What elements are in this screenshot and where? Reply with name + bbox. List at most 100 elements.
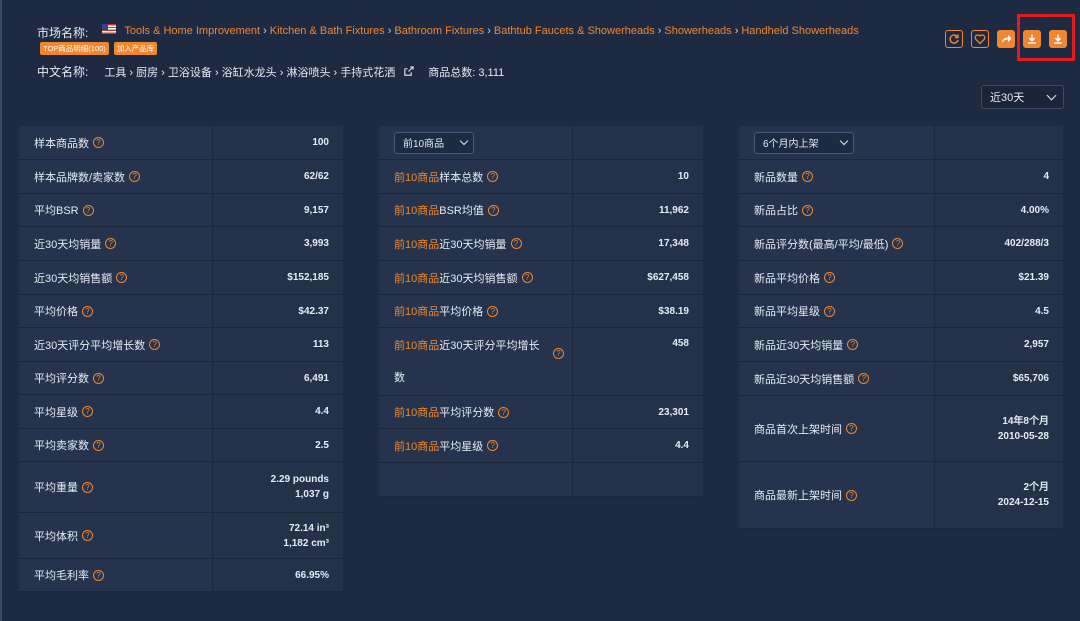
table-row: 平均评分数? 6,491 (19, 362, 343, 395)
value-stack: 2个月 2024-12-15 (998, 480, 1049, 510)
label-text: 商品首次上架时间 (754, 423, 842, 436)
label-text: 新品占比 (754, 205, 798, 217)
row-value (935, 126, 1063, 159)
label-text: BSR均值 (439, 205, 484, 217)
top-products-badge[interactable]: TOP商品明细(100) (40, 42, 109, 55)
row-value: 2,957 (935, 328, 1063, 361)
row-value: 4.4 (573, 429, 703, 462)
help-icon[interactable]: ? (487, 440, 499, 451)
label-text: 平均重量 (34, 482, 78, 494)
value-text: $627,458 (647, 272, 689, 283)
label-text: 新品近30天均销量 (754, 339, 844, 352)
help-icon[interactable]: ? (82, 530, 93, 541)
table-row: 新品数量? 4 (739, 160, 1063, 194)
help-icon[interactable]: ? (892, 238, 904, 249)
help-icon[interactable]: ? (487, 305, 499, 317)
help-icon[interactable]: ? (82, 305, 93, 317)
help-icon[interactable]: ? (802, 171, 813, 182)
external-link-icon[interactable] (403, 66, 414, 77)
table-row: 6个月内上架 (739, 126, 1063, 160)
row-label: 前10商品 平均价格? (379, 295, 573, 327)
help-icon[interactable]: ? (847, 339, 859, 350)
row-label: 平均毛利率? (19, 559, 213, 591)
share-button[interactable] (997, 30, 1015, 48)
refresh-button[interactable] (945, 30, 963, 48)
help-icon[interactable]: ? (553, 347, 564, 359)
label-text: 新品评分数(最高/平均/最低) (754, 238, 889, 251)
row-label: 平均BSR? (19, 194, 213, 226)
row-label (379, 463, 573, 496)
top10-select[interactable]: 前10商品 (394, 131, 474, 154)
table-row: 平均体积? 72.14 in³ 1,182 cm³ (19, 513, 343, 559)
table-row: 前10商品 BSR均值? 11,962 (379, 194, 703, 227)
label-text: 近30天评分平均增长 (439, 339, 540, 352)
help-icon[interactable]: ? (824, 272, 835, 283)
breadcrumb-item[interactable]: Bathroom Fixtures (394, 25, 484, 37)
help-icon[interactable]: ? (846, 423, 857, 434)
row-label: 样本商品数? (19, 126, 213, 159)
row-label: 近30天评分平均增长数? (19, 328, 213, 361)
label-prefix: 前10商品 (394, 272, 440, 285)
help-icon[interactable]: ? (498, 406, 510, 418)
label-text: 近30天均销售额 (439, 272, 518, 285)
breadcrumb-item[interactable]: Tools & Home Improvement (124, 25, 260, 37)
breadcrumb-item[interactable]: Kitchen & Bath Fixtures (270, 25, 385, 37)
row-value: 458 (573, 328, 703, 395)
row-value (573, 126, 703, 159)
help-icon[interactable]: ? (510, 238, 522, 249)
help-icon[interactable]: ? (846, 489, 857, 501)
row-value: 62/62 (213, 160, 343, 193)
help-icon[interactable]: ? (521, 272, 533, 283)
help-icon[interactable]: ? (105, 238, 117, 249)
row-label: 前10商品近30天评分平均增长数? (379, 328, 573, 395)
refresh-icon (949, 34, 959, 44)
new-product-period-select[interactable]: 6个月内上架 (754, 131, 854, 154)
help-icon[interactable]: ? (82, 481, 93, 493)
row-value: 4.4 (213, 395, 343, 428)
row-value: $42.37 (213, 295, 343, 327)
value-text: 66.95% (295, 569, 329, 581)
value-text: $42.37 (298, 305, 329, 317)
help-icon[interactable]: ? (93, 439, 104, 451)
help-icon[interactable]: ? (82, 406, 93, 417)
table-row: 前10商品 近30天均销量? 17,348 (379, 227, 703, 261)
value-line-2: 1,182 cm³ (283, 537, 329, 549)
breadcrumb-item[interactable]: Bathtub Faucets & Showerheads (494, 25, 655, 37)
label-text: 平均BSR (34, 205, 79, 217)
help-icon[interactable]: ? (487, 171, 499, 182)
help-icon[interactable]: ? (858, 373, 870, 384)
period-select[interactable]: 近30天 (981, 85, 1064, 109)
help-icon[interactable]: ? (129, 171, 141, 182)
table-row: 样本商品数? 100 (19, 126, 343, 160)
help-icon[interactable]: ? (149, 339, 161, 350)
help-icon[interactable]: ? (93, 569, 104, 581)
table-row: 新品评分数(最高/平均/最低)? 402/288/3 (739, 227, 1063, 261)
help-icon[interactable]: ? (824, 305, 835, 317)
badges: TOP商品明细(100) 加入产品库 (40, 42, 158, 55)
value-text: 402/288/3 (1004, 238, 1050, 249)
help-icon[interactable]: ? (487, 204, 499, 216)
breadcrumb-item[interactable]: Handheld Showerheads (741, 25, 858, 37)
breadcrumb-item[interactable]: Showerheads (664, 25, 731, 37)
row-value: 2个月 2024-12-15 (935, 462, 1063, 528)
help-icon[interactable]: ? (93, 137, 104, 148)
row-label: 近30天均销售额? (19, 261, 213, 294)
table-row: 平均价格? $42.37 (19, 295, 343, 328)
label-prefix: 前10商品 (394, 306, 440, 318)
label-text: 平均评分数 (439, 407, 495, 419)
table-row: 前10商品 样本总数? 10 (379, 160, 703, 194)
help-icon[interactable]: ? (93, 372, 104, 384)
value-text: 11,962 (658, 204, 689, 216)
add-to-library-badge[interactable]: 加入产品库 (113, 42, 158, 55)
table-row: 近30天均销量? 3,993 (19, 227, 343, 261)
label-text: 近30天均销量 (34, 238, 102, 251)
row-value: 6,491 (213, 362, 343, 394)
help-icon[interactable]: ? (116, 272, 128, 283)
help-icon[interactable]: ? (802, 204, 813, 216)
value-text: $38.19 (658, 305, 689, 317)
favorite-button[interactable] (971, 30, 989, 48)
label-prefix: 前10商品 (394, 171, 440, 184)
chinese-name-row: 中文名称: 工具 › 厨房 › 卫浴设备 › 浴缸水龙头 › 淋浴喷头 › 手持… (37, 63, 504, 80)
help-icon[interactable]: ? (82, 204, 94, 216)
row-value: $65,706 (935, 362, 1063, 395)
